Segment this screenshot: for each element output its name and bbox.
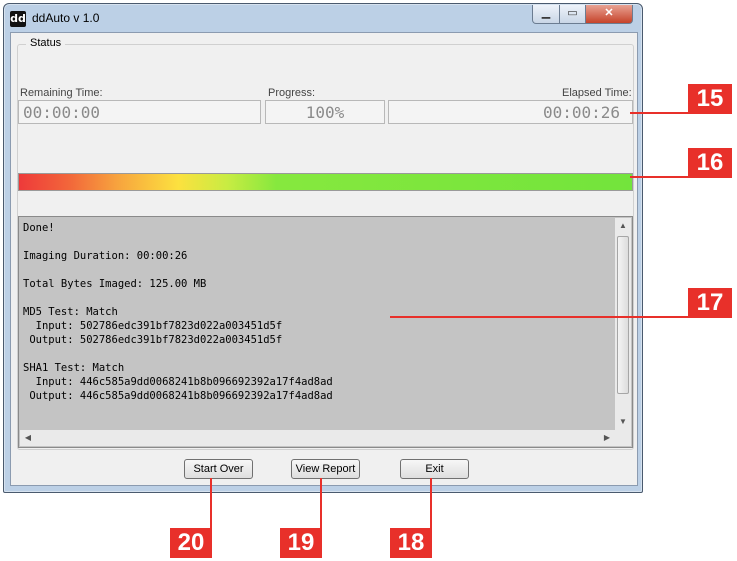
- remaining-time-field: 00:00:00: [18, 100, 261, 124]
- app-window: dd ddAuto v 1.0 ▁ ▭ ✕ Status Remaining T…: [3, 3, 643, 493]
- elapsed-time-field: 00:00:26: [388, 100, 633, 124]
- title-bar[interactable]: dd ddAuto v 1.0 ▁ ▭ ✕: [4, 4, 642, 32]
- callout-20-leader: [210, 478, 212, 530]
- callout-18-leader: [430, 478, 432, 530]
- log-text: Done! Imaging Duration: 00:00:26 Total B…: [23, 222, 333, 402]
- scroll-right-icon[interactable]: ▶: [599, 430, 615, 446]
- app-logo-icon: dd: [10, 11, 26, 27]
- view-report-button[interactable]: View Report: [291, 459, 360, 479]
- maximize-button[interactable]: ▭: [559, 5, 586, 24]
- remaining-time-label: Remaining Time:: [20, 87, 103, 99]
- exit-button[interactable]: Exit: [400, 459, 469, 479]
- progress-percent-field: 100%: [265, 100, 385, 124]
- log-textbox[interactable]: Done! Imaging Duration: 00:00:26 Total B…: [18, 216, 633, 448]
- progress-bar: [18, 173, 633, 191]
- callout-17: 17: [688, 288, 732, 318]
- status-group: Status Remaining Time: Progress: Elapsed…: [17, 37, 634, 450]
- callout-15-leader: [630, 112, 688, 114]
- callout-19-leader: [320, 478, 322, 530]
- window-title: ddAuto v 1.0: [32, 11, 100, 25]
- callout-19: 19: [280, 528, 322, 558]
- vertical-scrollbar[interactable]: ▲ ▼: [615, 218, 631, 430]
- client-area: Status Remaining Time: Progress: Elapsed…: [10, 32, 638, 486]
- callout-17-leader: [390, 316, 688, 318]
- callout-16-leader: [630, 176, 688, 178]
- callout-20: 20: [170, 528, 212, 558]
- callout-16: 16: [688, 148, 732, 178]
- scroll-corner: [615, 430, 631, 446]
- scroll-down-icon[interactable]: ▼: [615, 414, 631, 430]
- minimize-button[interactable]: ▁: [532, 5, 560, 24]
- callout-18: 18: [390, 528, 432, 558]
- close-button[interactable]: ✕: [585, 5, 633, 24]
- scroll-left-icon[interactable]: ◀: [20, 430, 36, 446]
- scroll-up-icon[interactable]: ▲: [615, 218, 631, 234]
- progress-label: Progress:: [268, 87, 316, 99]
- elapsed-time-label: Elapsed Time:: [562, 87, 632, 99]
- start-over-button[interactable]: Start Over: [184, 459, 253, 479]
- status-group-label: Status: [26, 37, 66, 49]
- scroll-thumb[interactable]: [617, 236, 629, 394]
- callout-15: 15: [688, 84, 732, 114]
- horizontal-scrollbar[interactable]: ◀ ▶: [20, 430, 615, 446]
